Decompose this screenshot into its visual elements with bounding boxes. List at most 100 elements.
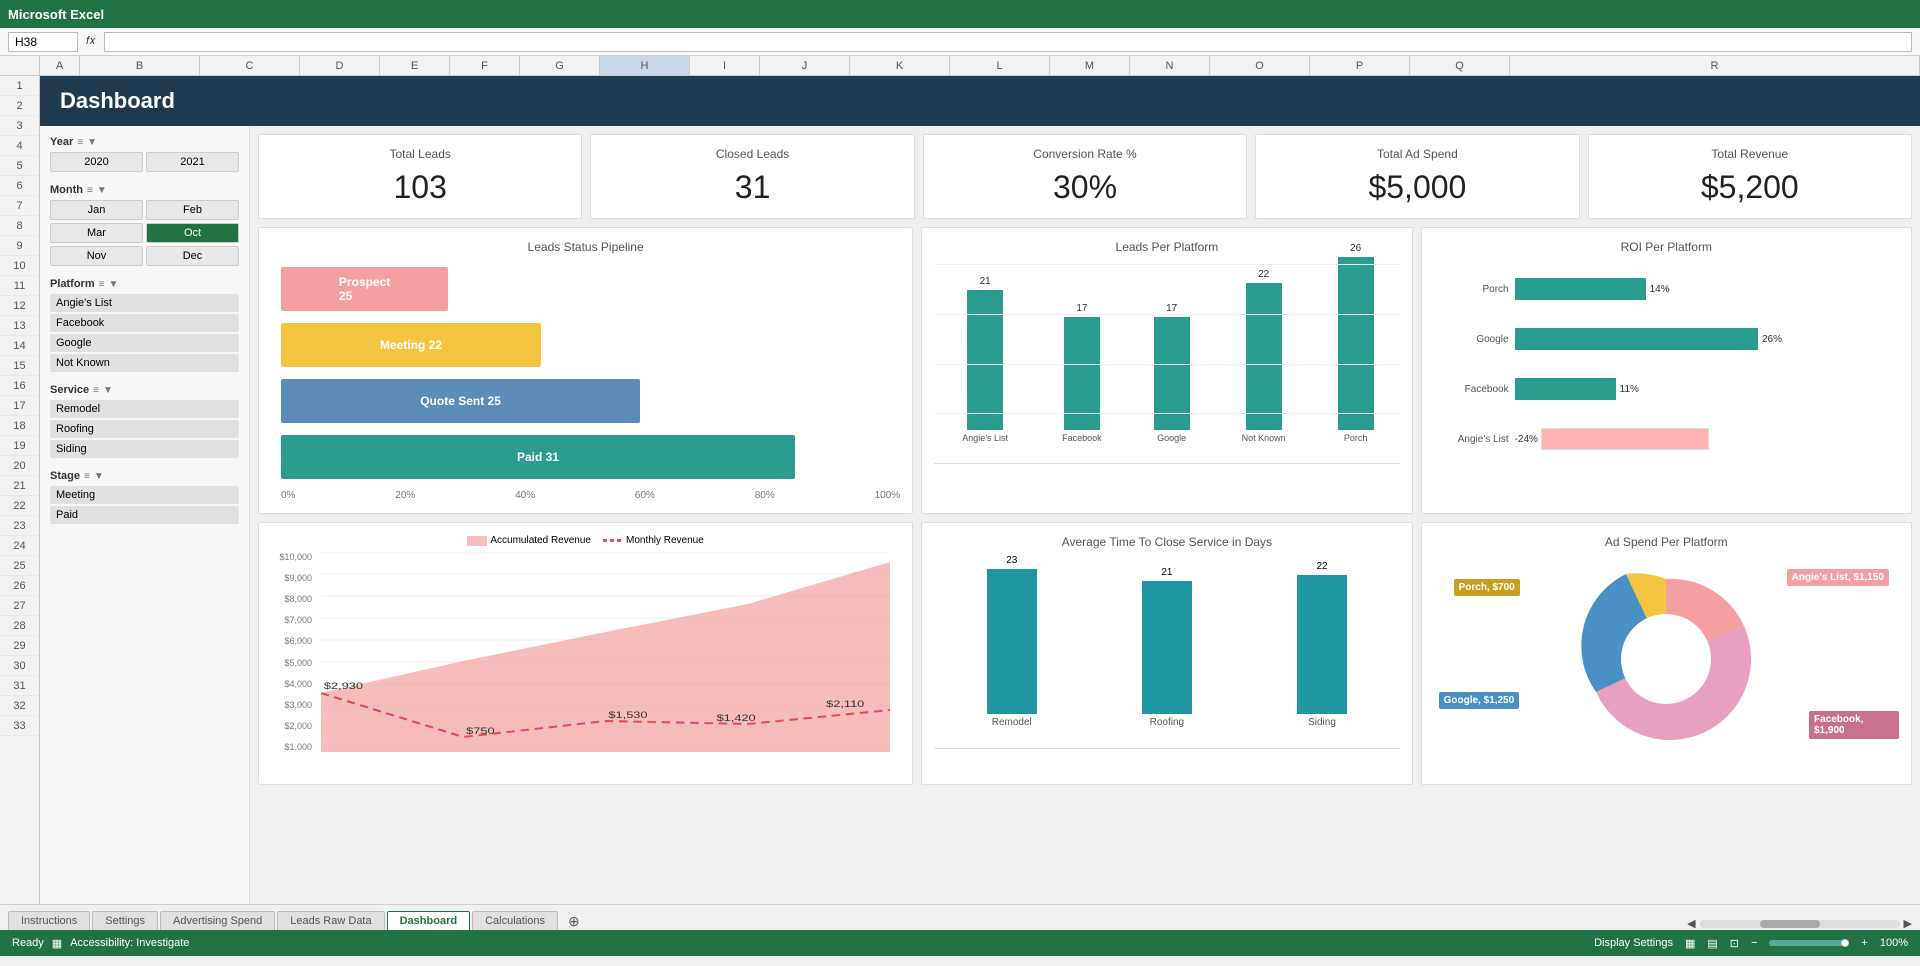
col-D[interactable]: D xyxy=(300,56,380,75)
platform-google-item[interactable]: Google xyxy=(50,334,239,352)
col-I[interactable]: I xyxy=(690,56,760,75)
col-B[interactable]: B xyxy=(80,56,200,75)
year-filter-sort-icon[interactable]: ≡ xyxy=(77,137,83,148)
cell-reference[interactable] xyxy=(8,32,78,52)
scroll-right-btn[interactable]: ▶ xyxy=(1904,917,1912,930)
row-24: 24 xyxy=(0,536,39,556)
adspend-chart-title: Ad Spend Per Platform xyxy=(1434,535,1899,549)
platform-facebook-item[interactable]: Facebook xyxy=(50,314,239,332)
year-filter-clear-icon[interactable]: ▼ xyxy=(87,137,97,148)
scroll-left-btn[interactable]: ◀ xyxy=(1687,917,1695,930)
avgtime-siding-val: 22 xyxy=(1316,561,1327,572)
month-dec-btn[interactable]: Dec xyxy=(146,246,239,266)
adspend-chart-card: Ad Spend Per Platform xyxy=(1421,522,1912,785)
col-M[interactable]: M xyxy=(1050,56,1130,75)
formula-input[interactable] xyxy=(104,32,1912,52)
platform-angies-list-item[interactable]: Angie's List xyxy=(50,294,239,312)
year-2021-btn[interactable]: 2021 xyxy=(146,152,239,172)
rev-label-4: $2,110 xyxy=(826,700,864,710)
col-R[interactable]: R xyxy=(1510,56,1920,75)
col-O[interactable]: O xyxy=(1210,56,1310,75)
kpi-total-leads-title: Total Leads xyxy=(271,147,569,161)
tab-dashboard[interactable]: Dashboard xyxy=(387,911,470,930)
bar-google-label: Google xyxy=(1157,433,1186,443)
axis-100: 100% xyxy=(875,490,901,501)
axis-80: 80% xyxy=(755,490,775,501)
row-33: 33 xyxy=(0,716,39,736)
service-remodel-item[interactable]: Remodel xyxy=(50,400,239,418)
platform-notknown-item[interactable]: Not Known xyxy=(50,354,239,372)
col-Q[interactable]: Q xyxy=(1410,56,1510,75)
service-filter-sort-icon[interactable]: ≡ xyxy=(93,385,99,396)
stage-meeting-item[interactable]: Meeting xyxy=(50,486,239,504)
rev-label-2: $1,530 xyxy=(608,711,647,721)
view-page-break-btn[interactable]: ⊡ xyxy=(1730,937,1739,950)
col-K[interactable]: K xyxy=(850,56,950,75)
col-J[interactable]: J xyxy=(760,56,850,75)
view-layout-btn[interactable]: ▤ xyxy=(1707,937,1717,950)
col-H[interactable]: H xyxy=(600,56,690,75)
row-10: 10 xyxy=(0,256,39,276)
row-3: 3 xyxy=(0,116,39,136)
month-mar-btn[interactable]: Mar xyxy=(50,223,143,243)
dashboard-body: Year ≡ ▼ 2020 2021 Month ≡ xyxy=(40,126,1920,904)
stage-paid-item[interactable]: Paid xyxy=(50,506,239,524)
pipeline-chart-title: Leads Status Pipeline xyxy=(271,240,900,254)
col-A[interactable]: A xyxy=(40,56,80,75)
kpi-closed-leads-title: Closed Leads xyxy=(603,147,901,161)
month-jan-btn[interactable]: Jan xyxy=(50,200,143,220)
tab-calculations[interactable]: Calculations xyxy=(472,911,558,930)
month-nov-btn[interactable]: Nov xyxy=(50,246,143,266)
pipeline-prospect-label: Prospect25 xyxy=(339,275,390,303)
y-9000: $9,000 xyxy=(271,573,312,583)
view-normal-btn[interactable]: ▦ xyxy=(1685,937,1695,950)
month-feb-btn[interactable]: Feb xyxy=(146,200,239,220)
year-2020-btn[interactable]: 2020 xyxy=(50,152,143,172)
status-accessibility[interactable]: Accessibility: Investigate xyxy=(70,937,189,949)
platform-filter-clear-icon[interactable]: ▼ xyxy=(108,279,118,290)
horizontal-scrollbar[interactable] xyxy=(1700,920,1900,928)
roi-facebook-bar xyxy=(1515,378,1616,400)
avgtime-roofing-val: 21 xyxy=(1161,567,1172,578)
platform-filter: Platform ≡ ▼ Angie's List Facebook Googl… xyxy=(50,278,239,372)
col-C[interactable]: C xyxy=(200,56,300,75)
col-L[interactable]: L xyxy=(950,56,1050,75)
platform-filter-sort-icon[interactable]: ≡ xyxy=(99,279,105,290)
zoom-out-btn[interactable]: − xyxy=(1751,937,1757,949)
add-sheet-button[interactable]: ⊕ xyxy=(560,913,588,930)
service-filter-list: Remodel Roofing Siding xyxy=(50,400,239,458)
col-F[interactable]: F xyxy=(450,56,520,75)
zoom-level: 100% xyxy=(1880,937,1908,949)
service-roofing-item[interactable]: Roofing xyxy=(50,420,239,438)
stage-filter-clear-icon[interactable]: ▼ xyxy=(94,471,104,482)
tab-instructions[interactable]: Instructions xyxy=(8,911,90,930)
col-P[interactable]: P xyxy=(1310,56,1410,75)
kpi-row: Total Leads 103 Closed Leads 31 Conversi… xyxy=(258,134,1912,219)
zoom-slider[interactable] xyxy=(1769,940,1849,946)
col-G[interactable]: G xyxy=(520,56,600,75)
roi-facebook-value: 11% xyxy=(1620,384,1639,395)
bar-angies-label: Angie's List xyxy=(960,433,1010,443)
charts-row-bottom: Accumulated Revenue Monthly Revenue $10,… xyxy=(258,522,1912,785)
col-E[interactable]: E xyxy=(380,56,450,75)
zoom-in-btn[interactable]: + xyxy=(1861,937,1867,949)
row-1: 1 xyxy=(0,76,39,96)
stage-filter-sort-icon[interactable]: ≡ xyxy=(84,471,90,482)
month-filter-sort-icon[interactable]: ≡ xyxy=(87,185,93,196)
tab-advertising-spend[interactable]: Advertising Spend xyxy=(160,911,275,930)
stage-label-text: Stage xyxy=(50,470,80,482)
column-headers: A B C D E F G H I J K L M N O P Q R xyxy=(0,56,1920,76)
y-1000: $1,000 xyxy=(271,742,312,752)
platform-filter-label: Platform ≡ ▼ xyxy=(50,278,239,290)
service-siding-item[interactable]: Siding xyxy=(50,440,239,458)
month-oct-btn[interactable]: Oct xyxy=(146,223,239,243)
display-settings[interactable]: Display Settings xyxy=(1594,937,1673,949)
col-N[interactable]: N xyxy=(1130,56,1210,75)
adspend-donut-container: Angie's List, $1,150 Facebook, $1,900 Go… xyxy=(1434,559,1899,759)
tab-settings[interactable]: Settings xyxy=(92,911,158,930)
row-32: 32 xyxy=(0,696,39,716)
service-filter-clear-icon[interactable]: ▼ xyxy=(103,385,113,396)
month-filter-clear-icon[interactable]: ▼ xyxy=(97,185,107,196)
legend-monthly: Monthly Revenue xyxy=(603,535,704,546)
tab-leads-raw-data[interactable]: Leads Raw Data xyxy=(277,911,384,930)
